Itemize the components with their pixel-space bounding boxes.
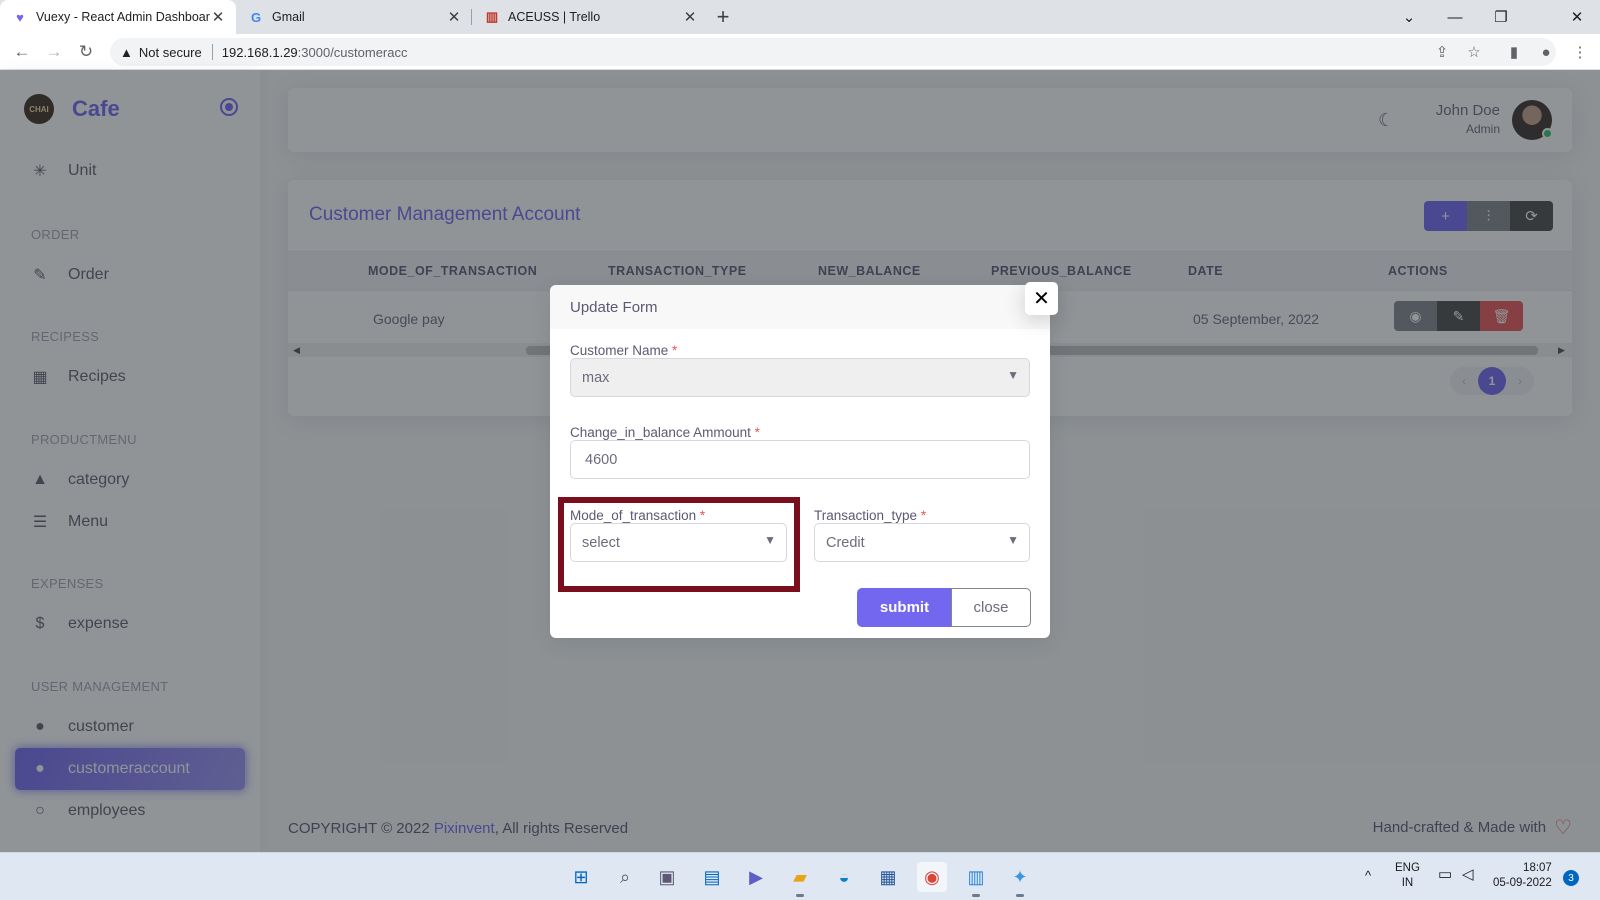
network-icon[interactable]: ▭: [1438, 867, 1452, 882]
transaction-type-select[interactable]: Credit ▼: [814, 523, 1030, 562]
tab-gmail[interactable]: G Gmail ✕: [236, 0, 472, 34]
label-text: Change_in_balance Ammount: [570, 425, 751, 440]
tab-title: Gmail: [272, 10, 305, 24]
edge-browser-icon[interactable]: ◒: [829, 862, 859, 892]
lang-code: ENG: [1395, 862, 1420, 874]
bookmark-star-icon[interactable]: ☆: [1464, 42, 1484, 62]
security-label: Not secure: [138, 44, 202, 60]
warning-icon: ▲: [120, 44, 133, 60]
google-logo-icon: G: [250, 9, 262, 25]
chrome-browser-icon[interactable]: ◉: [917, 862, 947, 892]
chevron-down-icon: ▼: [1007, 368, 1019, 382]
customer-name-select[interactable]: max ▼: [570, 358, 1030, 397]
select-value: max: [582, 369, 610, 386]
submit-button[interactable]: submit: [857, 588, 952, 627]
volume-icon[interactable]: ◁: [1462, 867, 1474, 882]
address-bar: ← → ↻ ▲ Not secure 192.168.1.29 :3000/cu…: [0, 34, 1600, 70]
clock-time: 18:07: [1523, 862, 1552, 874]
mode-of-transaction-select[interactable]: select ▼: [570, 523, 787, 562]
url-path: :3000/customeracc: [297, 44, 408, 60]
url-field[interactable]: ▲ Not secure 192.168.1.29 :3000/customer…: [110, 38, 1556, 66]
input-value: 4600: [585, 451, 618, 468]
reload-icon[interactable]: ↻: [74, 40, 98, 64]
language-indicator[interactable]: ENG IN: [1395, 861, 1420, 891]
chevron-down-icon: ▼: [1007, 533, 1019, 547]
profile-icon[interactable]: ●: [1536, 42, 1556, 62]
select-value: Credit: [826, 534, 865, 551]
modal-close-icon[interactable]: ✕: [1025, 282, 1058, 315]
mode-of-transaction-label: Mode_of_transaction *: [570, 508, 705, 523]
chevron-down-icon: ▼: [764, 533, 776, 547]
new-tab-button[interactable]: +: [708, 0, 738, 34]
required-mark: *: [754, 425, 760, 440]
customer-name-label: Customer Name *: [570, 343, 677, 358]
modal-header: Update Form: [550, 285, 1050, 329]
close-tab-icon[interactable]: ✕: [210, 8, 226, 26]
side-panel-icon[interactable]: ▮: [1504, 42, 1524, 62]
browser-menu-icon[interactable]: ⋮: [1570, 42, 1590, 62]
label-text: Mode_of_transaction: [570, 508, 697, 523]
update-form-modal: Update Form ✕ Customer Name * max ▼ Chan…: [550, 282, 1058, 638]
trello-logo-icon: ▥: [485, 9, 499, 24]
omnibox-divider: [211, 44, 213, 60]
close-tab-icon[interactable]: ✕: [682, 8, 698, 26]
notepad-icon[interactable]: ▥: [961, 862, 991, 897]
windows-taskbar: ⊞ ⌕ ▣ ▤ ▶ ▰ ◒ ▦ ◉ ▥ ✦ ^ ENG IN ▭ ◁ 18:07…: [0, 852, 1600, 900]
close-window-icon[interactable]: ✕: [1554, 0, 1600, 34]
back-arrow-icon[interactable]: ←: [10, 40, 34, 64]
amount-label: Change_in_balance Ammount *: [570, 425, 760, 440]
widgets-icon[interactable]: ▤: [697, 862, 727, 892]
share-icon[interactable]: ⇪: [1432, 42, 1452, 62]
tab-vuexy[interactable]: ♥ Vuexy - React Admin Dashboard ✕: [0, 0, 236, 34]
tab-title: Vuexy - React Admin Dashboard: [36, 10, 210, 24]
notification-badge[interactable]: 3: [1563, 870, 1579, 886]
teams-chat-icon[interactable]: ▶: [741, 862, 771, 892]
microsoft-store-icon[interactable]: ▦: [873, 862, 903, 892]
restore-window-icon[interactable]: ❐: [1478, 0, 1524, 34]
forward-arrow-icon[interactable]: →: [42, 40, 66, 64]
tray-overflow-chevron-icon[interactable]: ^: [1365, 868, 1371, 883]
clock-date: 05-09-2022: [1493, 877, 1552, 889]
label-text: Customer Name: [570, 343, 669, 358]
minimize-window-icon[interactable]: —: [1432, 0, 1478, 34]
required-mark: *: [699, 508, 706, 523]
search-icon[interactable]: ⌕: [610, 862, 640, 892]
required-mark: *: [672, 343, 678, 358]
region-code: IN: [1401, 877, 1414, 889]
modal-title: Update Form: [570, 299, 658, 316]
tab-title: ACEUSS | Trello: [508, 10, 601, 24]
task-view-icon[interactable]: ▣: [652, 862, 682, 892]
label-text: Transaction_type: [814, 508, 918, 523]
tab-trello[interactable]: ▥ ACEUSS | Trello ✕: [472, 0, 708, 34]
close-button[interactable]: close: [951, 588, 1031, 627]
windows-start-icon[interactable]: ⊞: [566, 862, 596, 892]
vuexy-logo-icon: ♥: [16, 9, 24, 25]
clock[interactable]: 18:07 05-09-2022: [1493, 861, 1552, 891]
file-explorer-icon[interactable]: ▰: [785, 862, 815, 897]
transaction-type-label: Transaction_type *: [814, 508, 926, 523]
required-mark: *: [920, 508, 927, 523]
close-tab-icon[interactable]: ✕: [446, 8, 462, 26]
tab-search-icon[interactable]: ⌄: [1386, 0, 1432, 34]
browser-tab-strip: ♥ Vuexy - React Admin Dashboard ✕ G Gmai…: [0, 0, 1600, 34]
app-icon[interactable]: ✦: [1005, 862, 1035, 897]
select-value: select: [582, 534, 620, 551]
url-host: 192.168.1.29: [221, 44, 298, 60]
amount-input[interactable]: 4600: [570, 440, 1030, 479]
